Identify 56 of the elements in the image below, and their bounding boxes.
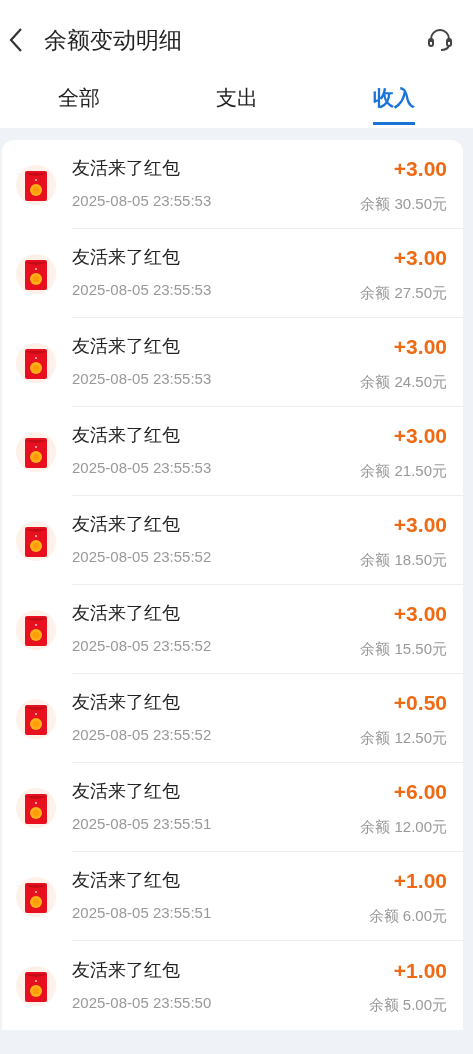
record-title: 友活来了红包: [72, 157, 181, 181]
tab[interactable]: 支出: [157, 76, 316, 128]
record-time: 2025-08-05 23:55:50: [72, 992, 213, 1013]
record-amount: +6.00: [393, 779, 447, 805]
envelope-icon: [16, 520, 56, 561]
record-time: 2025-08-05 23:55:51: [72, 814, 213, 835]
envelope-icon: [16, 787, 56, 828]
envelope-icon: [16, 965, 56, 1006]
envelope-icon: [16, 164, 56, 205]
envelope-icon: [16, 431, 56, 472]
record-balance: 余额 12.00元: [360, 816, 447, 837]
record-time: 2025-08-05 23:55:52: [72, 725, 213, 746]
envelope-icon: [16, 698, 56, 739]
envelope-icon: [16, 342, 56, 383]
back-icon[interactable]: [8, 27, 24, 53]
record-balance: 余额 15.50元: [360, 638, 447, 659]
record-time: 2025-08-05 23:55:52: [72, 547, 213, 568]
record-title: 友活来了红包: [72, 869, 181, 893]
record-balance: 余额 6.00元: [368, 905, 447, 926]
record-amount: +3.00: [393, 156, 447, 182]
record-time: 2025-08-05 23:55:52: [72, 636, 213, 657]
record-amount: +1.00: [393, 868, 447, 894]
record-balance: 余额 18.50元: [360, 549, 447, 570]
envelope-icon: [16, 876, 56, 917]
record-time: 2025-08-05 23:55:53: [72, 369, 213, 390]
record-amount: +3.00: [393, 601, 447, 627]
record-title: 友活来了红包: [72, 513, 181, 537]
record-title: 友活来了红包: [72, 246, 181, 270]
record-amount: +3.00: [393, 334, 447, 360]
record-time: 2025-08-05 23:55:53: [72, 191, 213, 212]
record-balance: 余额 5.00元: [368, 995, 447, 1015]
record-amount: +3.00: [393, 512, 447, 538]
record-time: 2025-08-05 23:55:53: [72, 458, 213, 479]
tab[interactable]: 收入: [315, 76, 473, 128]
tab[interactable]: 全部: [0, 76, 158, 128]
record-balance: 余额 21.50元: [360, 460, 447, 481]
record-amount: +3.00: [393, 245, 447, 271]
record-title: 友活来了红包: [72, 691, 181, 715]
record-title: 友活来了红包: [72, 602, 181, 626]
record-title: 友活来了红包: [72, 780, 181, 804]
record-title: 友活来了红包: [72, 335, 181, 359]
page-title: 余额变动明细: [44, 25, 182, 55]
record-amount: +3.00: [393, 423, 447, 449]
record-balance: 余额 12.50元: [360, 727, 447, 748]
record-title: 友活来了红包: [72, 958, 181, 982]
record-amount: +0.50: [393, 690, 447, 716]
record-time: 2025-08-05 23:55:51: [72, 903, 213, 924]
headset-icon[interactable]: [427, 27, 453, 53]
record-balance: 余额 30.50元: [360, 193, 447, 214]
record-time: 2025-08-05 23:55:53: [72, 280, 213, 301]
record-balance: 余额 24.50元: [360, 371, 447, 392]
record-amount: +1.00: [393, 957, 447, 984]
envelope-icon: [16, 253, 56, 294]
envelope-icon: [16, 609, 56, 650]
record-balance: 余额 27.50元: [360, 282, 447, 303]
record-title: 友活来了红包: [72, 424, 181, 448]
